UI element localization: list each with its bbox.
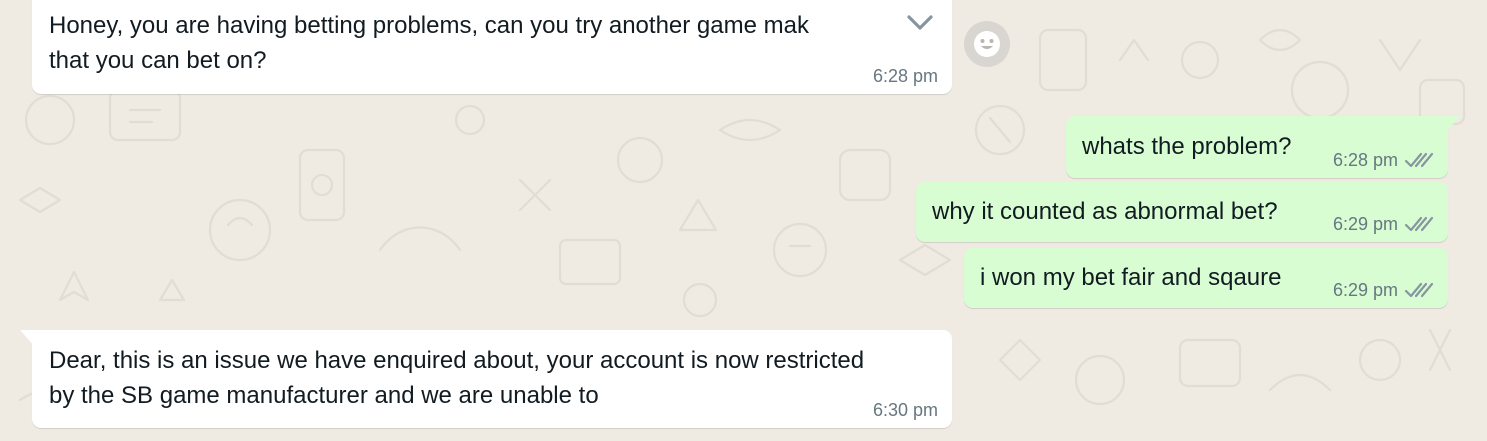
double-check-icon	[1404, 216, 1434, 232]
menu-fade	[828, 2, 898, 42]
message-time: 6:29 pm	[1332, 214, 1398, 234]
outgoing-message[interactable]: why it counted as abnormal bet? 6:29 pm	[916, 182, 1448, 242]
outgoing-message[interactable]: i won my bet fair and sqaure 6:29 pm	[964, 248, 1448, 308]
message-text-line: Honey, you are having betting problems, …	[49, 12, 809, 39]
outgoing-message[interactable]: whats the problem? 6:28 pm	[1066, 116, 1460, 178]
message-text-line: by the SB game manufacturer and we are u…	[49, 382, 599, 409]
incoming-message[interactable]: Honey, you are having betting problems, …	[32, 0, 952, 94]
incoming-message[interactable]: Dear, this is an issue we have enquired …	[20, 330, 952, 428]
reaction-button[interactable]	[964, 21, 1010, 67]
message-time: 6:29 pm	[1332, 280, 1398, 300]
message-meta: 6:28 pm	[1333, 150, 1434, 170]
double-check-icon	[1404, 282, 1434, 298]
message-text-line: that you can bet on?	[49, 47, 267, 74]
bubble-tail	[1446, 116, 1460, 132]
chevron-down-icon[interactable]	[906, 8, 934, 30]
message-meta: 6:28 pm	[873, 66, 938, 86]
bubble-tail	[20, 330, 34, 346]
message-meta: 6:29 pm	[1333, 214, 1434, 234]
message-meta: 6:30 pm	[873, 400, 938, 420]
message-time: 6:28 pm	[1332, 150, 1398, 170]
message-time: 6:28 pm	[872, 66, 938, 86]
message-time: 6:30 pm	[872, 400, 938, 420]
smiley-icon	[974, 31, 1000, 57]
message-text-line: Dear, this is an issue we have enquired …	[49, 347, 865, 374]
message-meta: 6:29 pm	[1333, 280, 1434, 300]
double-check-icon	[1404, 152, 1434, 168]
